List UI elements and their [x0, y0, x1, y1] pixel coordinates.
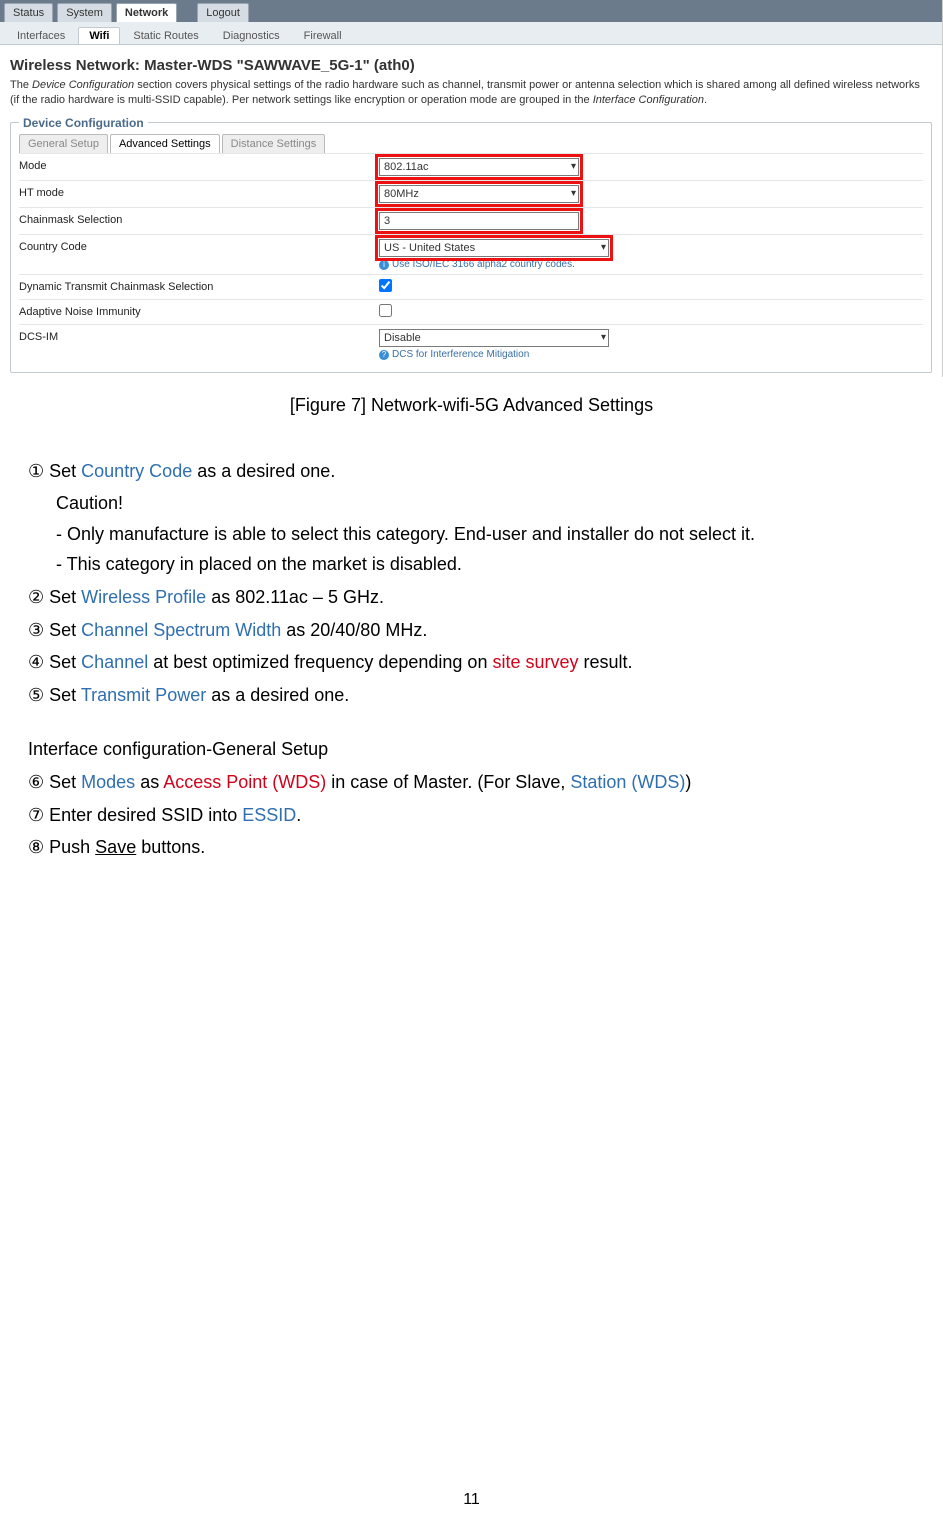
checkbox-adaptive-noise[interactable]: [379, 304, 392, 317]
checkbox-dynamic-chainmask[interactable]: [379, 279, 392, 292]
label-chainmask: Chainmask Selection: [19, 212, 379, 226]
inner-tab-distance-settings[interactable]: Distance Settings: [222, 134, 326, 153]
page-description: The Device Configuration section covers …: [10, 78, 932, 108]
inner-tab-general-setup[interactable]: General Setup: [19, 134, 108, 153]
subtab-firewall[interactable]: Firewall: [293, 27, 353, 44]
hint-dcs-im: ?DCS for Interference Mitigation: [379, 349, 923, 360]
tab-logout[interactable]: Logout: [197, 3, 249, 22]
select-mode[interactable]: 802.11ac: [379, 158, 579, 176]
label-dcs-im: DCS-IM: [19, 329, 379, 343]
select-ht-mode[interactable]: 80MHz: [379, 185, 579, 203]
sub-tab-bar: Interfaces Wifi Static Routes Diagnostic…: [0, 22, 942, 45]
hint-country-code: iUse ISO/IEC 3166 alpha2 country codes.: [379, 259, 923, 270]
select-country-code[interactable]: US - United States: [379, 239, 609, 257]
info-icon: i: [379, 260, 389, 270]
fieldset-legend: Device Configuration: [19, 116, 148, 130]
tab-system[interactable]: System: [57, 3, 112, 22]
row-ht-mode: HT mode 80MHz: [19, 180, 923, 207]
tab-network[interactable]: Network: [116, 3, 177, 22]
subtab-diagnostics[interactable]: Diagnostics: [212, 27, 291, 44]
row-chainmask: Chainmask Selection 3: [19, 207, 923, 234]
inner-tab-bar: General Setup Advanced Settings Distance…: [19, 134, 923, 153]
top-tab-bar: Status System Network Logout: [0, 0, 942, 22]
subtab-static-routes[interactable]: Static Routes: [122, 27, 209, 44]
label-adaptive-noise: Adaptive Noise Immunity: [19, 304, 379, 318]
row-dynamic-chainmask: Dynamic Transmit Chainmask Selection: [19, 274, 923, 299]
input-chainmask[interactable]: 3: [379, 212, 579, 230]
page-title: Wireless Network: Master-WDS "SAWWAVE_5G…: [10, 57, 932, 74]
label-dynamic-chainmask: Dynamic Transmit Chainmask Selection: [19, 279, 379, 293]
figure-caption: [Figure 7] Network-wifi-5G Advanced Sett…: [0, 395, 943, 416]
subtab-wifi[interactable]: Wifi: [78, 27, 120, 44]
inner-tab-advanced-settings[interactable]: Advanced Settings: [110, 134, 220, 153]
device-configuration-fieldset: Device Configuration General Setup Advan…: [10, 116, 932, 373]
instruction-body: ① Set Country Code as a desired one. Cau…: [0, 456, 943, 863]
subtab-interfaces[interactable]: Interfaces: [6, 27, 76, 44]
row-country-code: Country Code US - United States iUse ISO…: [19, 234, 923, 274]
label-country-code: Country Code: [19, 239, 379, 253]
screenshot-panel: Status System Network Logout Interfaces …: [0, 0, 943, 377]
row-adaptive-noise: Adaptive Noise Immunity: [19, 299, 923, 324]
row-mode: Mode 802.11ac: [19, 153, 923, 180]
select-dcs-im[interactable]: Disable: [379, 329, 609, 347]
page-number: 11: [0, 1491, 943, 1509]
info-icon: ?: [379, 350, 389, 360]
row-dcs-im: DCS-IM Disable ?DCS for Interference Mit…: [19, 324, 923, 364]
label-mode: Mode: [19, 158, 379, 172]
tab-status[interactable]: Status: [4, 3, 53, 22]
label-ht-mode: HT mode: [19, 185, 379, 199]
